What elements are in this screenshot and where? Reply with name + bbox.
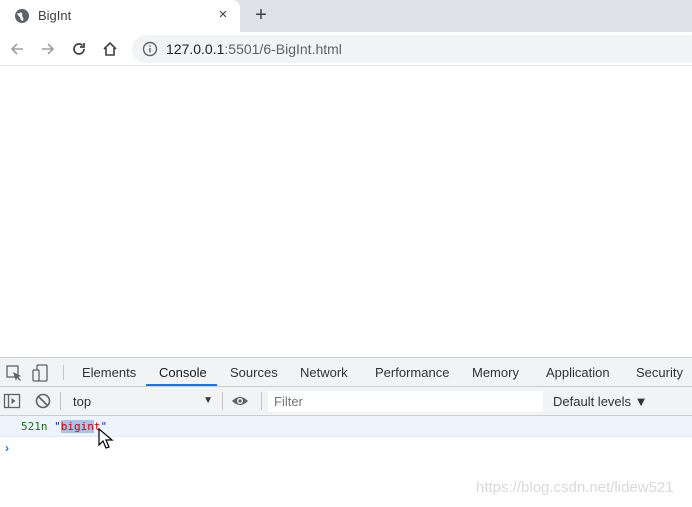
tab-application[interactable]: Application <box>546 365 610 380</box>
tab-console[interactable]: Console <box>159 365 207 380</box>
tab-strip: BigInt × + <box>0 0 692 32</box>
forward-button[interactable] <box>37 38 59 60</box>
mouse-cursor-icon <box>98 428 114 449</box>
back-button[interactable] <box>6 38 28 60</box>
browser-window: BigInt × + 127.0.0.1:5501/6-BigInt.html … <box>0 0 692 507</box>
console-prompt-icon[interactable]: › <box>5 441 9 455</box>
new-tab-button[interactable]: + <box>250 5 272 27</box>
home-button[interactable] <box>99 38 121 60</box>
tab-sources[interactable]: Sources <box>230 365 278 380</box>
tab-close-icon[interactable]: × <box>214 6 232 24</box>
string-quote-open: " <box>54 420 61 433</box>
reload-button[interactable] <box>68 38 90 60</box>
info-icon[interactable] <box>142 41 158 57</box>
active-tab-indicator <box>146 384 217 386</box>
url-path: :5501/6-BigInt.html <box>224 41 342 57</box>
inspect-element-icon[interactable] <box>5 364 23 382</box>
globe-icon <box>15 9 29 23</box>
tab-elements[interactable]: Elements <box>82 365 136 380</box>
caret-down-icon: ▼ <box>203 395 213 406</box>
address-bar[interactable]: 127.0.0.1:5501/6-BigInt.html <box>132 35 692 63</box>
divider <box>60 392 61 410</box>
device-toolbar-icon[interactable] <box>32 364 50 382</box>
url-text: 127.0.0.1:5501/6-BigInt.html <box>166 41 342 57</box>
console-output: 521n "bigint" <box>21 420 107 433</box>
arrow-right-icon <box>42 43 55 55</box>
tab-memory[interactable]: Memory <box>472 365 519 380</box>
eye-icon[interactable] <box>231 392 249 410</box>
arrow-left-icon <box>10 43 23 55</box>
selected-text: bigin <box>60 420 94 433</box>
tab-title: BigInt <box>38 8 72 23</box>
tab-security[interactable]: Security <box>636 365 683 380</box>
browser-tab[interactable]: BigInt × <box>0 0 240 32</box>
tab-performance[interactable]: Performance <box>375 365 449 380</box>
divider <box>63 365 64 380</box>
bigint-value: 521n <box>21 420 48 433</box>
divider <box>222 392 223 410</box>
browser-toolbar: 127.0.0.1:5501/6-BigInt.html <box>0 32 692 66</box>
url-host: 127.0.0.1 <box>166 41 225 57</box>
watermark: https://blog.csdn.net/lidew521 <box>476 479 674 496</box>
filter-input[interactable] <box>268 391 543 412</box>
context-select-value: top <box>73 394 92 409</box>
console-toolbar: top ▼ Default levels ▼ <box>0 387 692 416</box>
default-levels-dropdown[interactable]: Default levels ▼ <box>553 394 648 409</box>
divider <box>261 392 262 410</box>
devtools-tab-bar: Elements Console Sources Network Perform… <box>0 358 692 387</box>
context-select[interactable]: top ▼ <box>65 391 217 412</box>
reload-icon <box>73 43 85 55</box>
sidebar-toggle-icon[interactable] <box>3 392 21 410</box>
tab-network[interactable]: Network <box>300 365 348 380</box>
clear-console-icon[interactable] <box>34 392 52 410</box>
home-icon <box>103 41 117 56</box>
